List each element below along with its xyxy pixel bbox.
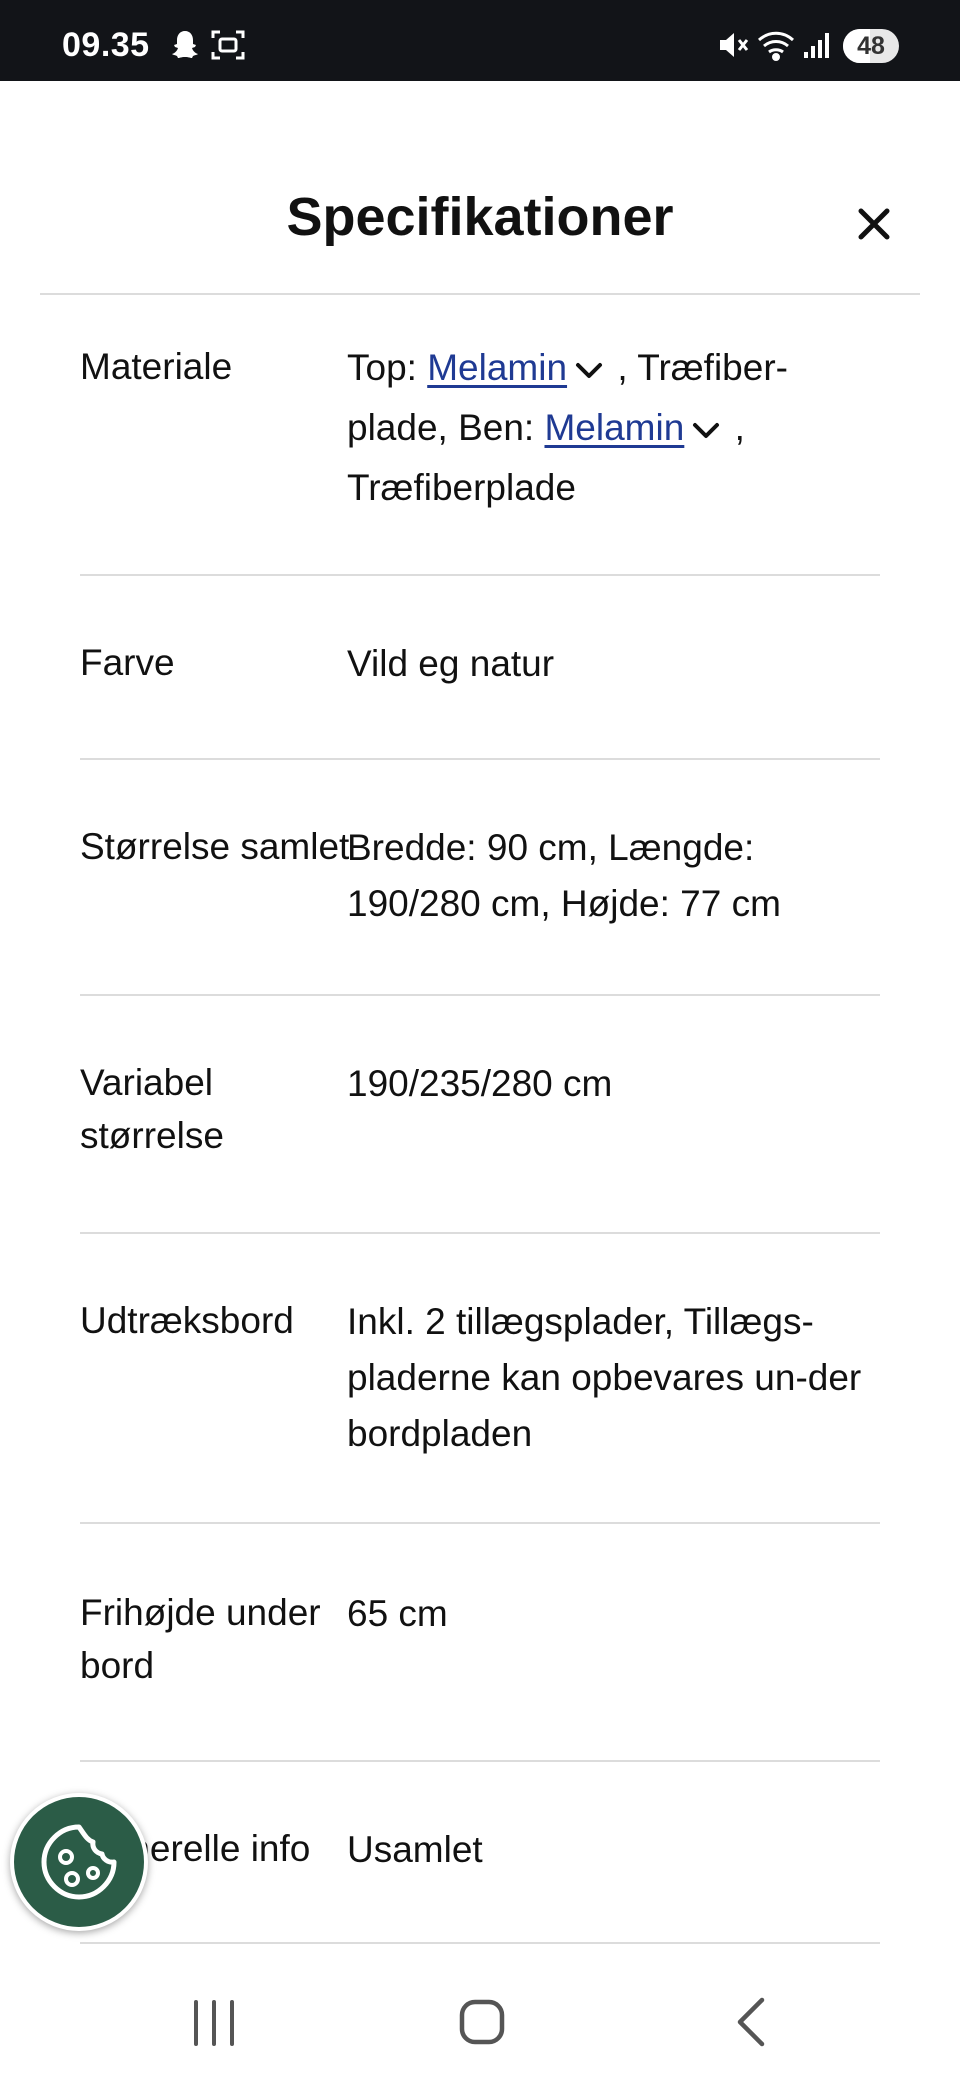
spec-label: Materiale — [80, 346, 233, 387]
material-top-prefix: Top: — [347, 347, 428, 388]
screenshot-icon — [210, 28, 246, 67]
home-button[interactable] — [442, 1988, 522, 2058]
page-title: Specifikationer — [286, 187, 674, 247]
chevron-down-icon[interactable] — [692, 400, 720, 456]
spec-value: Bredde: 90 cm, Længde: 190/280 cm, Højde… — [347, 827, 781, 924]
spec-row-stoerrelse: Størrelse samlet Bredde: 90 cm, Længde: … — [80, 820, 880, 996]
snapchat-icon — [168, 28, 202, 67]
signal-icon — [800, 28, 834, 67]
chevron-down-icon[interactable] — [575, 340, 603, 396]
spec-label: Farve — [80, 642, 175, 683]
battery-indicator: 48 — [843, 29, 899, 63]
spec-value-materiale: Top: Melamin , Træfiber-plade, Ben: Mela… — [347, 340, 867, 516]
recent-apps-icon — [194, 2000, 234, 2046]
battery-level: 48 — [857, 32, 885, 60]
spec-value: 190/235/280 cm — [347, 1063, 613, 1104]
spec-label: Størrelse samlet — [80, 826, 350, 867]
spec-label: Udtræksbord — [80, 1300, 294, 1341]
spec-row-frihoejde: Frihøjde under bord 65 cm — [80, 1586, 880, 1762]
close-button[interactable] — [855, 205, 893, 243]
cookie-settings-button[interactable] — [10, 1793, 148, 1931]
spec-value: 65 cm — [347, 1593, 448, 1634]
spec-row-udtraeksbord: Udtræksbord Inkl. 2 tillægsplader, Tillæ… — [80, 1294, 880, 1524]
back-button[interactable] — [712, 1988, 792, 2058]
wifi-icon — [756, 28, 796, 67]
spec-row-variabel: Variabel størrelse 190/235/280 cm — [80, 1056, 880, 1234]
cookie-icon — [41, 1824, 117, 1900]
spec-value: Vild eg natur — [347, 643, 555, 684]
spec-label: Frihøjde under bord — [80, 1592, 321, 1686]
header-divider — [40, 293, 920, 295]
material-ben-link[interactable]: Melamin — [544, 407, 684, 448]
back-icon — [737, 1997, 765, 2047]
close-icon — [858, 208, 890, 240]
status-bar: 09.35 48 — [0, 0, 960, 81]
mute-icon — [716, 28, 750, 67]
material-top-link[interactable]: Melamin — [427, 347, 567, 388]
spec-row-generel: Generelle info Usamlet — [80, 1822, 880, 1944]
spec-value: Usamlet — [347, 1829, 483, 1870]
system-nav-bar — [0, 1960, 960, 2080]
spec-row-materiale: Materiale Top: Melamin , Træfiber-plade,… — [80, 340, 880, 576]
spec-value: Inkl. 2 tillægsplader, Tillægs-pladerne … — [347, 1301, 862, 1454]
spec-row-farve: Farve Vild eg natur — [80, 636, 880, 760]
home-icon — [459, 1999, 505, 2045]
recent-apps-button[interactable] — [174, 1988, 254, 2058]
status-time: 09.35 — [62, 26, 150, 64]
spec-label: Variabel størrelse — [80, 1062, 224, 1156]
